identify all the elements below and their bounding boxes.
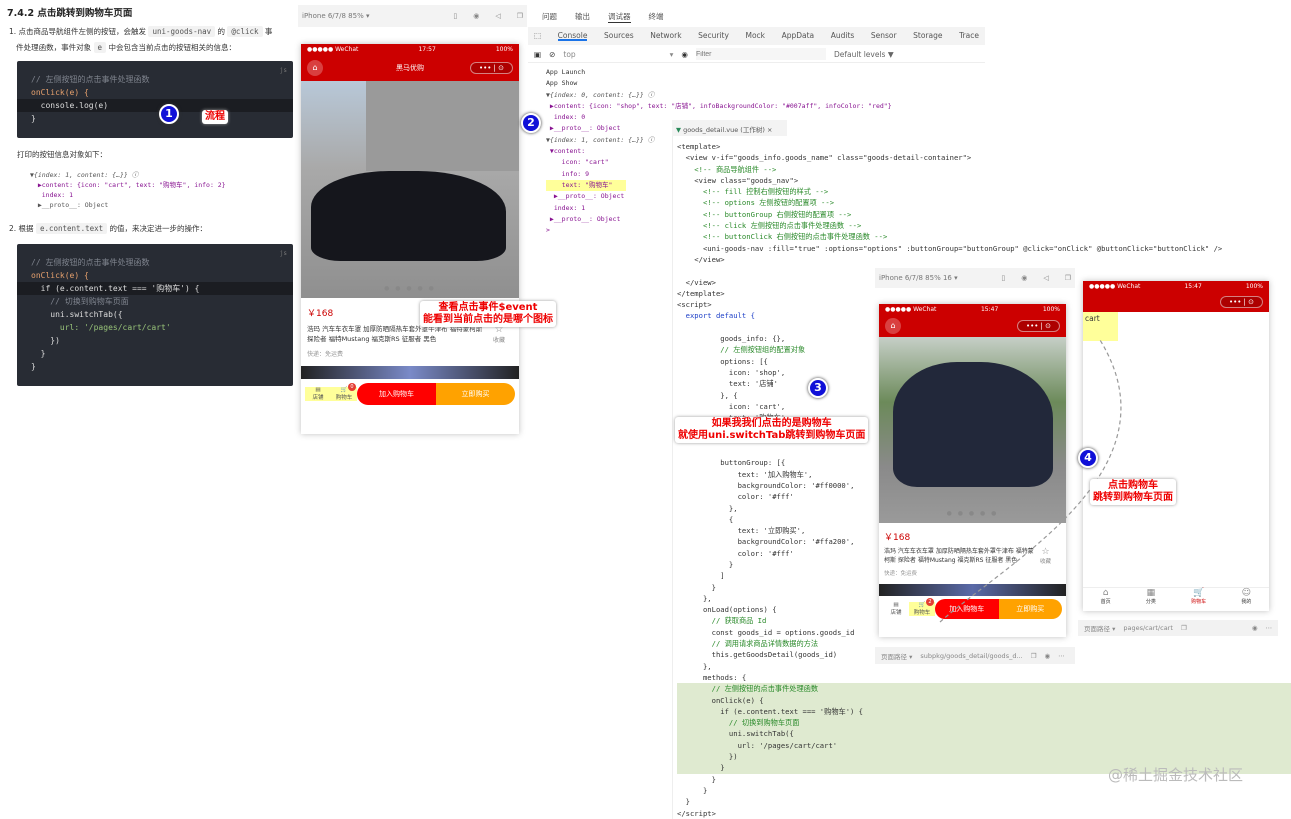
note-line: 能看到当前点击的是哪个图标 [423, 314, 553, 325]
watermark: @稀土掘金技术社区 [1108, 766, 1244, 784]
step-badge-4: 4 [1078, 448, 1098, 468]
note-1: 流程 [202, 110, 228, 124]
arrow-overlay [939, 339, 1122, 623]
note-line: 就使用uni.switchTab跳转到购物车页面 [678, 430, 866, 441]
note-3: 如果我我们点击的是购物车 就使用uni.switchTab跳转到购物车页面 [675, 417, 869, 443]
note-line: 跳转到购物车页面 [1093, 492, 1173, 503]
note-line: 查看点击事件$event [438, 302, 538, 313]
step-badge-2: 2 [521, 113, 541, 133]
note-line: 如果我我们点击的是购物车 [711, 418, 832, 429]
step-badge-3: 3 [808, 378, 828, 398]
note-line: 点击购物车 [1108, 480, 1158, 491]
note-4: 点击购物车 跳转到购物车页面 [1090, 479, 1176, 505]
step-badge-1: 1 [159, 104, 179, 124]
note-2: 查看点击事件$event 能看到当前点击的是哪个图标 [420, 301, 556, 327]
code-line: </script> [677, 808, 716, 818]
